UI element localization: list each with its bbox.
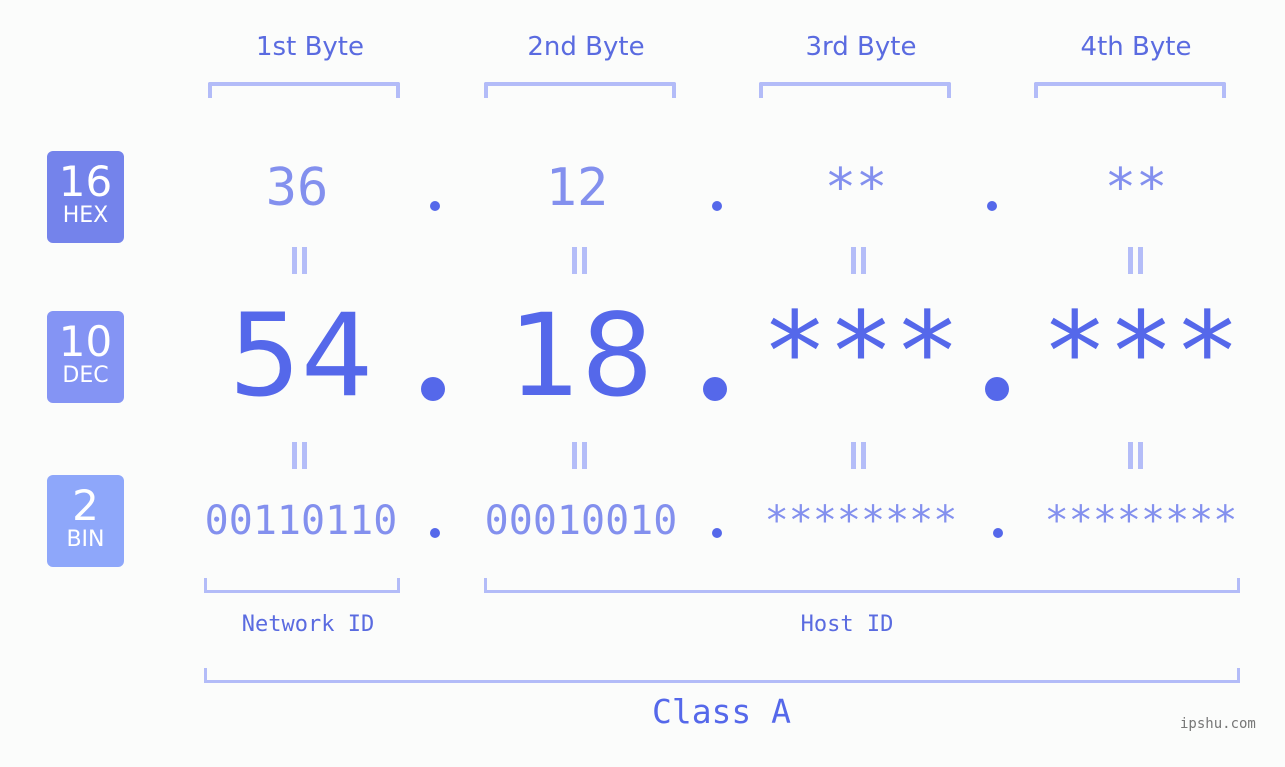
hex-separator-dot — [987, 201, 997, 211]
hex-byte-4: ** — [1104, 158, 1168, 218]
equals-icon — [1126, 247, 1144, 275]
dec-base-name: DEC — [62, 363, 109, 388]
equals-icon — [570, 247, 588, 275]
watermark: ipshu.com — [1180, 716, 1256, 732]
equals-icon — [570, 442, 588, 470]
equals-icon — [290, 442, 308, 470]
byte-header-3: 3rd Byte — [805, 32, 917, 62]
byte-header-2: 2nd Byte — [527, 32, 645, 62]
equals-icon — [290, 247, 308, 275]
equals-icon — [1126, 442, 1144, 470]
byte-bracket-3 — [759, 82, 951, 98]
bin-byte-4: ******** — [1044, 498, 1238, 544]
dec-separator-dot — [985, 377, 1009, 401]
byte-bracket-2 — [484, 82, 676, 98]
byte-header-1: 1st Byte — [256, 32, 364, 62]
hex-byte-1: 36 — [265, 158, 329, 218]
bin-badge: 2 BIN — [47, 475, 124, 567]
byte-bracket-4 — [1034, 82, 1226, 98]
dec-byte-3: *** — [761, 288, 961, 416]
hex-separator-dot — [430, 201, 440, 211]
class-bracket — [204, 668, 1240, 683]
dec-base-number: 10 — [58, 317, 113, 366]
network-id-label: Network ID — [241, 612, 375, 637]
hex-badge: 16 HEX — [47, 151, 124, 243]
equals-icon — [849, 247, 867, 275]
dec-badge: 10 DEC — [47, 311, 124, 403]
bin-byte-2: 00010010 — [484, 498, 678, 544]
bin-base-number: 2 — [72, 481, 99, 530]
dec-byte-2: 18 — [508, 289, 654, 422]
dec-byte-1: 54 — [228, 289, 374, 422]
hex-byte-2: 12 — [545, 158, 609, 218]
hex-separator-dot — [712, 201, 722, 211]
network-id-bracket — [204, 578, 400, 593]
dec-byte-4: *** — [1041, 288, 1241, 416]
equals-icon — [849, 442, 867, 470]
byte-header-4: 4th Byte — [1080, 32, 1192, 62]
dec-separator-dot — [703, 377, 727, 401]
hex-base-number: 16 — [58, 157, 113, 206]
host-id-label: Host ID — [800, 612, 894, 637]
host-id-bracket — [484, 578, 1240, 593]
bin-separator-dot — [993, 528, 1003, 538]
bin-byte-3: ******** — [764, 498, 958, 544]
hex-byte-3: ** — [824, 158, 888, 218]
bin-byte-1: 00110110 — [204, 498, 398, 544]
bin-separator-dot — [430, 528, 440, 538]
bin-base-name: BIN — [66, 527, 105, 552]
hex-base-name: HEX — [62, 203, 109, 228]
bin-separator-dot — [712, 528, 722, 538]
byte-bracket-1 — [208, 82, 400, 98]
dec-separator-dot — [421, 377, 445, 401]
ip-class-label: Class A — [651, 692, 792, 731]
